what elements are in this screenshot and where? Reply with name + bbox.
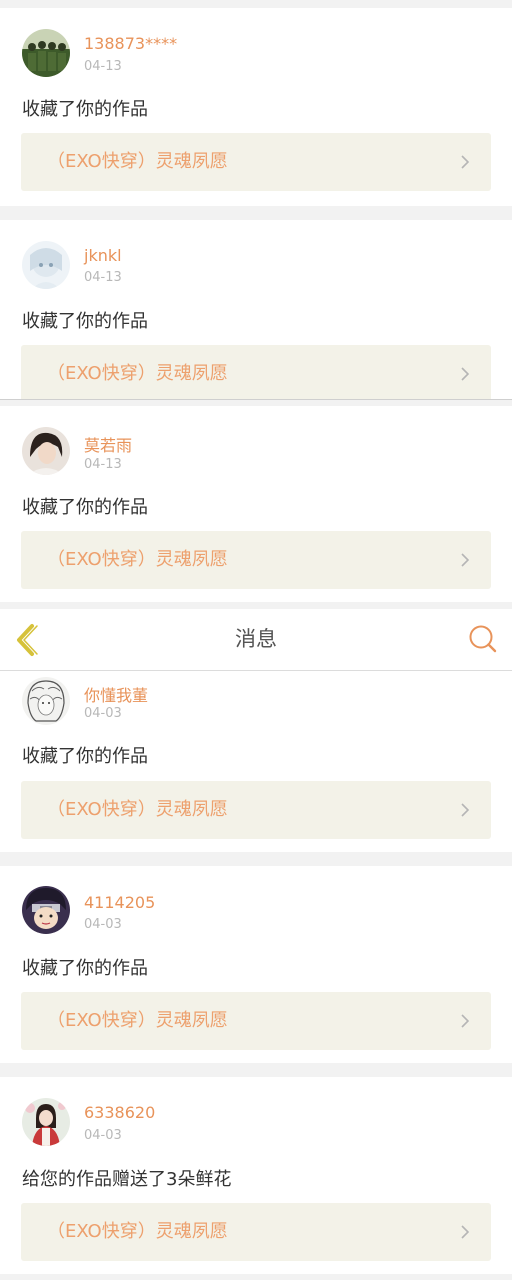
chevron-right-icon	[461, 1014, 470, 1028]
screenshot-seam	[0, 399, 512, 400]
notification-date: 04-13	[84, 270, 122, 285]
username[interactable]: 你懂我董	[84, 682, 148, 706]
top-nav-bar: 消息	[0, 609, 512, 671]
notification-date: 04-03	[84, 1128, 122, 1143]
notification-card: 138873**** 04-13 收藏了你的作品 （EXO快穿）灵魂夙愿	[0, 8, 512, 206]
search-icon[interactable]	[468, 624, 498, 654]
notification-action-text: 收藏了你的作品	[22, 497, 148, 518]
username[interactable]: 138873****	[84, 34, 177, 53]
notification-action-text: 收藏了你的作品	[22, 746, 148, 767]
notification-action-text: 收藏了你的作品	[22, 99, 148, 120]
work-link[interactable]: （EXO快穿）灵魂夙愿	[21, 781, 491, 839]
work-title: （EXO快穿）灵魂夙愿	[47, 363, 228, 384]
username[interactable]: 4114205	[84, 893, 155, 912]
page-title: 消息	[235, 627, 277, 651]
notification-date: 04-13	[84, 457, 122, 472]
user-avatar[interactable]	[22, 29, 70, 77]
notification-date: 04-03	[84, 917, 122, 932]
work-link[interactable]: （EXO快穿）灵魂夙愿	[21, 1203, 491, 1261]
work-title: （EXO快穿）灵魂夙愿	[47, 1221, 228, 1242]
chevron-right-icon	[461, 155, 470, 169]
work-link[interactable]: （EXO快穿）灵魂夙愿	[21, 345, 491, 399]
chevron-right-icon	[461, 803, 470, 817]
work-link[interactable]: （EXO快穿）灵魂夙愿	[21, 992, 491, 1050]
user-avatar[interactable]	[22, 886, 70, 934]
notification-card: 6338620 04-03 给您的作品赠送了3朵鲜花 （EXO快穿）灵魂夙愿	[0, 1077, 512, 1274]
notification-card: jknkl 04-13 收藏了你的作品 （EXO快穿）灵魂夙愿	[0, 220, 512, 399]
user-avatar[interactable]	[22, 1098, 70, 1146]
work-title: （EXO快穿）灵魂夙愿	[47, 799, 228, 820]
chevron-right-icon	[461, 1225, 470, 1239]
notification-action-text: 收藏了你的作品	[22, 311, 148, 332]
user-avatar[interactable]	[22, 241, 70, 289]
notification-action-text: 收藏了你的作品	[22, 958, 148, 979]
chevron-right-icon	[461, 367, 470, 381]
notification-date: 04-03	[84, 706, 122, 721]
notification-action-text: 给您的作品赠送了3朵鲜花	[22, 1169, 232, 1190]
work-title: （EXO快穿）灵魂夙愿	[47, 549, 228, 570]
notification-card: 4114205 04-03 收藏了你的作品 （EXO快穿）灵魂夙愿	[0, 866, 512, 1063]
username[interactable]: 6338620	[84, 1103, 155, 1122]
work-title: （EXO快穿）灵魂夙愿	[47, 1010, 228, 1031]
notification-card: 你懂我董 04-03 收藏了你的作品 （EXO快穿）灵魂夙愿	[0, 670, 512, 852]
chevron-right-icon	[461, 553, 470, 567]
username[interactable]: jknkl	[84, 246, 122, 265]
user-avatar[interactable]	[22, 677, 70, 725]
work-link[interactable]: （EXO快穿）灵魂夙愿	[21, 531, 491, 589]
work-title: （EXO快穿）灵魂夙愿	[47, 151, 228, 172]
username[interactable]: 莫若雨	[84, 432, 132, 456]
work-link[interactable]: （EXO快穿）灵魂夙愿	[21, 133, 491, 191]
notification-card: 莫若雨 04-13 收藏了你的作品 （EXO快穿）灵魂夙愿	[0, 406, 512, 602]
user-avatar[interactable]	[22, 427, 70, 475]
notification-date: 04-13	[84, 59, 122, 74]
